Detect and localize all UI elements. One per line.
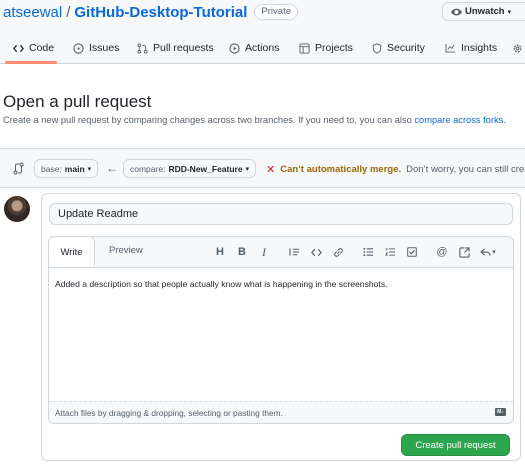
- merge-status: ✕ Can’t automatically merge. Don’t worry…: [266, 163, 525, 176]
- arrow-left-icon: ←: [106, 161, 118, 175]
- tab-projects[interactable]: Projects: [299, 40, 353, 56]
- page-subtitle: Create a new pull request by comparing c…: [3, 115, 506, 125]
- reply-icon[interactable]: ▾: [475, 242, 501, 262]
- quote-icon[interactable]: [283, 242, 305, 262]
- repo-owner-link[interactable]: atseewal: [3, 4, 62, 21]
- unwatch-button[interactable]: Unwatch ▾: [442, 2, 525, 21]
- tab-settings[interactable]: [512, 40, 523, 56]
- italic-icon[interactable]: I: [253, 242, 275, 262]
- compare-bar: base: main ▾ ← compare: RDD-New_Feature …: [0, 148, 525, 188]
- pull-request-form: Update Readme Write Preview H B I @ ▾ Ad…: [41, 193, 521, 461]
- tab-preview[interactable]: Preview: [109, 245, 143, 256]
- tab-label: Actions: [245, 42, 280, 54]
- create-pull-request-button[interactable]: Create pull request: [401, 434, 510, 456]
- chevron-down-icon: ▾: [87, 165, 92, 173]
- bold-icon[interactable]: B: [231, 242, 253, 262]
- unordered-list-icon[interactable]: [357, 242, 379, 262]
- compare-branch-select[interactable]: compare: RDD-New_Feature ▾: [123, 159, 257, 178]
- play-icon: [229, 42, 240, 54]
- gear-icon: [513, 44, 522, 52]
- base-prefix: base:: [41, 163, 62, 174]
- base-branch-name: main: [64, 163, 85, 174]
- merge-status-text: Don’t worry, you can still crea: [406, 164, 525, 175]
- tab-actions[interactable]: Actions: [229, 40, 279, 56]
- repo-name-link[interactable]: GitHub-Desktop-Tutorial: [74, 4, 247, 21]
- markdown-toolbar: H B I @ ▾: [209, 242, 501, 262]
- repo-tabs: Code Issues Pull requests Actions Projec…: [0, 32, 525, 64]
- table-icon: [299, 42, 310, 54]
- page-title: Open a pull request: [3, 92, 152, 111]
- pr-body-textarea[interactable]: Added a description so that people actua…: [49, 267, 513, 401]
- repo-header: atseewal / GitHub-Desktop-Tutorial Priva…: [0, 0, 525, 64]
- subtitle-text: Create a new pull request by comparing c…: [3, 115, 415, 125]
- chevron-down-icon: ▾: [507, 8, 512, 16]
- markdown-icon[interactable]: M↓: [495, 408, 506, 416]
- heading-icon[interactable]: H: [209, 242, 231, 262]
- tab-write[interactable]: Write: [48, 236, 95, 268]
- ordered-list-icon[interactable]: [379, 242, 401, 262]
- selected-tab-indicator: [5, 61, 57, 64]
- code-icon: [13, 44, 24, 52]
- cross-reference-icon[interactable]: [453, 242, 475, 262]
- tab-label: Pull requests: [153, 42, 214, 54]
- tab-security[interactable]: Security: [372, 40, 425, 56]
- shield-icon: [372, 42, 382, 54]
- attach-hint: Attach files by dragging & dropping, sel…: [55, 407, 283, 418]
- tab-issues[interactable]: Issues: [73, 40, 119, 56]
- code-icon[interactable]: [305, 242, 327, 262]
- tab-label: Projects: [315, 42, 353, 54]
- tab-label: Issues: [89, 42, 120, 54]
- visibility-badge: Private: [254, 4, 298, 20]
- graph-icon: [445, 43, 456, 53]
- tab-insights[interactable]: Insights: [445, 40, 497, 56]
- tab-label: Code: [29, 42, 55, 54]
- tab-label: Security: [387, 42, 425, 54]
- compare-across-forks-link[interactable]: compare across forks.: [414, 115, 505, 125]
- compare-arrows-icon: [13, 162, 24, 175]
- x-icon: ✕: [266, 164, 276, 176]
- unwatch-label: Unwatch: [465, 6, 505, 17]
- comment-editor: Write Preview H B I @ ▾ Added a descript…: [48, 236, 514, 424]
- avatar[interactable]: [4, 196, 30, 222]
- tasklist-icon[interactable]: [401, 242, 423, 262]
- mention-icon[interactable]: @: [431, 242, 453, 262]
- merge-status-strong: Can’t automatically merge.: [280, 164, 402, 175]
- tab-label: Insights: [461, 42, 498, 54]
- issue-icon: [73, 42, 84, 54]
- compare-branch-name: RDD-New_Feature: [168, 163, 243, 174]
- tab-pull-requests[interactable]: Pull requests: [137, 40, 214, 56]
- base-branch-select[interactable]: base: main ▾: [34, 159, 99, 178]
- pull-request-icon: [137, 42, 148, 54]
- repo-separator: /: [66, 3, 71, 21]
- attach-files-area[interactable]: Attach files by dragging & dropping, sel…: [49, 401, 513, 423]
- pr-title-input[interactable]: Update Readme: [49, 203, 513, 225]
- compare-prefix: compare:: [130, 163, 166, 174]
- tab-code[interactable]: Code: [13, 40, 54, 56]
- eye-icon: [451, 8, 462, 15]
- repo-title: atseewal / GitHub-Desktop-Tutorial Priva…: [3, 2, 298, 22]
- link-icon[interactable]: [327, 242, 349, 262]
- chevron-down-icon: ▾: [245, 165, 250, 173]
